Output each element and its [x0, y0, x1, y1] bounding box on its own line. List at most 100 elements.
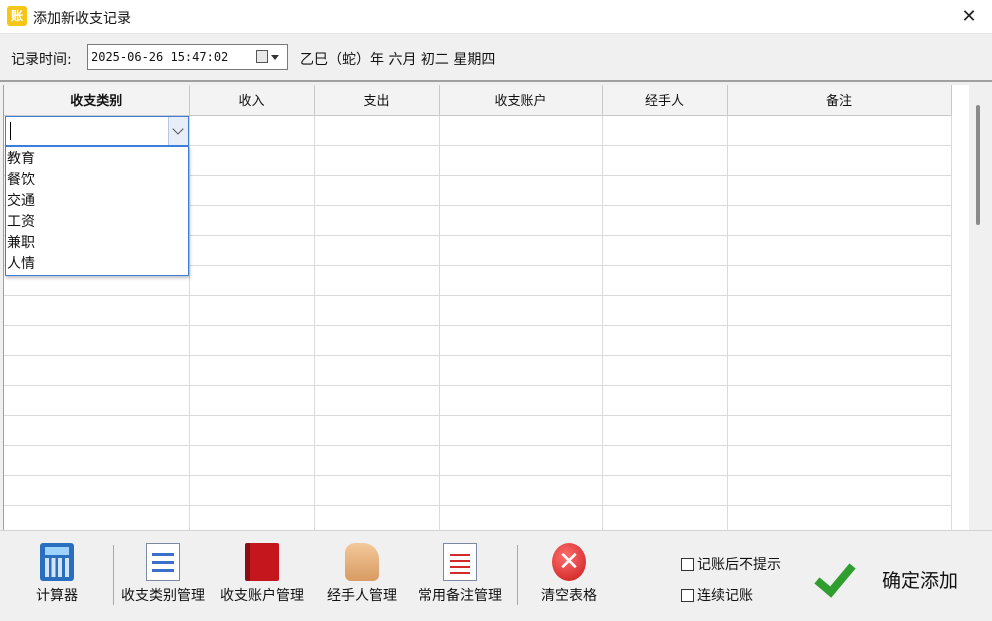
- grid-cell[interactable]: [314, 145, 440, 176]
- category-option[interactable]: 餐饮: [6, 170, 188, 191]
- grid-cell[interactable]: [727, 385, 952, 416]
- grid-cell[interactable]: [727, 295, 952, 326]
- confirm-add-button[interactable]: 确定添加: [814, 551, 978, 605]
- grid-cell[interactable]: [4, 415, 190, 446]
- datetime-picker[interactable]: 2025-06-26 15:47:02: [87, 44, 288, 70]
- grid-cell[interactable]: [4, 505, 190, 530]
- category-option[interactable]: 人情: [6, 254, 188, 275]
- grid-cell[interactable]: [439, 445, 603, 476]
- clear-table-button[interactable]: ✕ 清空表格: [541, 543, 597, 605]
- category-option[interactable]: 工资: [6, 212, 188, 233]
- grid-cell[interactable]: [727, 505, 952, 530]
- grid-cell[interactable]: [727, 475, 952, 506]
- col-header-income[interactable]: 收入: [189, 85, 315, 116]
- grid-cell[interactable]: [602, 355, 728, 386]
- grid-cell[interactable]: [189, 235, 315, 266]
- continuous-checkbox[interactable]: 连续记账: [681, 585, 753, 605]
- handler-management-button[interactable]: 经手人管理: [327, 543, 397, 605]
- grid-cell[interactable]: [189, 385, 315, 416]
- grid-cell[interactable]: [727, 205, 952, 236]
- grid-cell[interactable]: [727, 355, 952, 386]
- grid-cell[interactable]: [439, 235, 603, 266]
- col-header-category[interactable]: 收支类别: [4, 85, 190, 116]
- grid-cell[interactable]: [602, 295, 728, 326]
- category-combo-box[interactable]: [5, 116, 189, 146]
- grid-cell[interactable]: [314, 265, 440, 296]
- grid-cell[interactable]: [439, 415, 603, 446]
- grid-cell[interactable]: [602, 385, 728, 416]
- memo-management-button[interactable]: 常用备注管理: [418, 543, 502, 605]
- grid-cell[interactable]: [4, 355, 190, 386]
- grid-cell[interactable]: [4, 445, 190, 476]
- grid-cell[interactable]: [189, 145, 315, 176]
- grid-cell[interactable]: [4, 325, 190, 356]
- category-option[interactable]: 兼职: [6, 233, 188, 254]
- datetime-value[interactable]: 2025-06-26 15:47:02: [91, 50, 228, 64]
- grid-cell[interactable]: [602, 415, 728, 446]
- grid-cell[interactable]: [439, 325, 603, 356]
- grid-cell[interactable]: [727, 235, 952, 266]
- grid-cell[interactable]: [314, 475, 440, 506]
- grid-cell[interactable]: [727, 115, 952, 146]
- grid-cell[interactable]: [602, 265, 728, 296]
- grid-cell[interactable]: [727, 415, 952, 446]
- close-button[interactable]: ✕: [958, 6, 980, 28]
- combo-dropdown-button[interactable]: [168, 117, 188, 145]
- grid-cell[interactable]: [602, 475, 728, 506]
- calculator-button[interactable]: 计算器: [36, 543, 78, 605]
- grid-cell[interactable]: [314, 385, 440, 416]
- grid-cell[interactable]: [189, 445, 315, 476]
- grid-cell[interactable]: [727, 265, 952, 296]
- grid-cell[interactable]: [314, 115, 440, 146]
- grid-cell[interactable]: [439, 205, 603, 236]
- category-option[interactable]: 交通: [6, 191, 188, 212]
- grid-cell[interactable]: [602, 145, 728, 176]
- grid-cell[interactable]: [439, 295, 603, 326]
- grid-cell[interactable]: [602, 235, 728, 266]
- grid-cell[interactable]: [189, 115, 315, 146]
- grid-cell[interactable]: [602, 505, 728, 530]
- category-option[interactable]: 教育: [6, 149, 188, 170]
- grid-cell[interactable]: [189, 295, 315, 326]
- calendar-dropdown-button[interactable]: [254, 48, 284, 66]
- grid-cell[interactable]: [439, 115, 603, 146]
- checkbox-box[interactable]: [681, 589, 694, 602]
- grid-cell[interactable]: [439, 175, 603, 206]
- vertical-scrollbar[interactable]: [969, 85, 992, 530]
- grid-cell[interactable]: [602, 325, 728, 356]
- grid-cell[interactable]: [602, 175, 728, 206]
- grid-cell[interactable]: [189, 475, 315, 506]
- scrollbar-thumb[interactable]: [976, 105, 980, 225]
- category-management-button[interactable]: 收支类别管理: [121, 543, 205, 605]
- grid-cell[interactable]: [4, 385, 190, 416]
- grid-cell[interactable]: [727, 175, 952, 206]
- grid-cell[interactable]: [439, 385, 603, 416]
- grid-cell[interactable]: [439, 475, 603, 506]
- grid-cell[interactable]: [727, 325, 952, 356]
- grid-cell[interactable]: [602, 445, 728, 476]
- grid-cell[interactable]: [602, 115, 728, 146]
- grid-cell[interactable]: [314, 175, 440, 206]
- grid-cell[interactable]: [602, 205, 728, 236]
- grid-cell[interactable]: [314, 235, 440, 266]
- grid-cell[interactable]: [439, 355, 603, 386]
- grid-cell[interactable]: [189, 175, 315, 206]
- grid-cell[interactable]: [314, 445, 440, 476]
- grid-cell[interactable]: [727, 145, 952, 176]
- grid-cell[interactable]: [314, 415, 440, 446]
- account-management-button[interactable]: 收支账户管理: [220, 543, 304, 605]
- grid-cell[interactable]: [189, 205, 315, 236]
- grid-cell[interactable]: [314, 355, 440, 386]
- grid-cell[interactable]: [439, 265, 603, 296]
- col-header-handler[interactable]: 经手人: [602, 85, 728, 116]
- grid-cell[interactable]: [314, 205, 440, 236]
- grid-cell[interactable]: [314, 295, 440, 326]
- col-header-expense[interactable]: 支出: [314, 85, 440, 116]
- grid-cell[interactable]: [439, 505, 603, 530]
- grid-cell[interactable]: [189, 265, 315, 296]
- checkbox-box[interactable]: [681, 558, 694, 571]
- grid-cell[interactable]: [314, 325, 440, 356]
- grid-cell[interactable]: [189, 505, 315, 530]
- grid-cell[interactable]: [4, 475, 190, 506]
- grid-cell[interactable]: [189, 415, 315, 446]
